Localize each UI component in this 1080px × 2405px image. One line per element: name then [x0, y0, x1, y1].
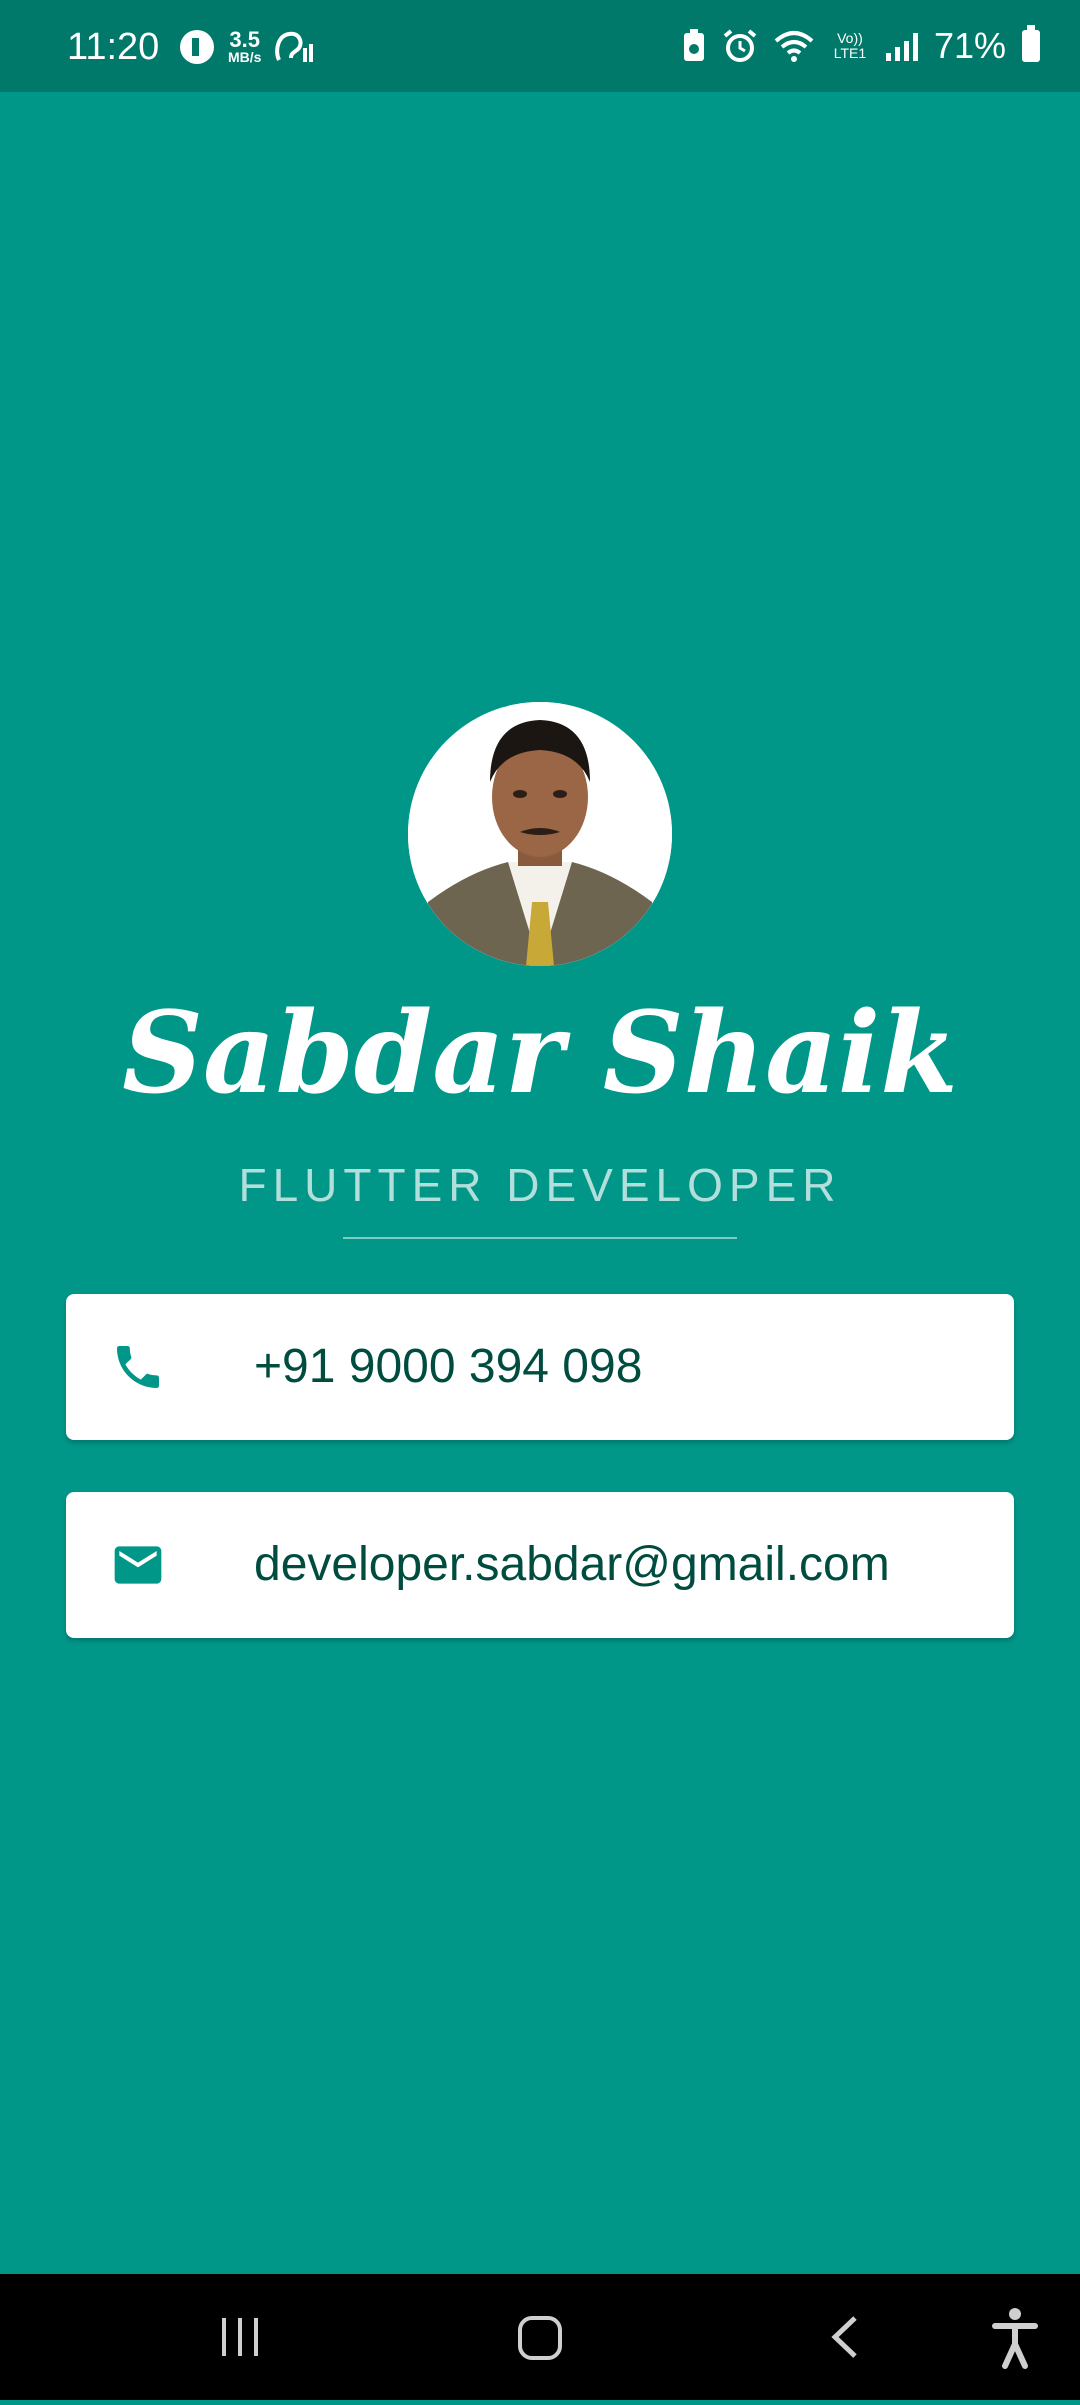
recent-apps-button[interactable] [160, 2274, 320, 2400]
profile-avatar [408, 702, 672, 966]
home-icon [518, 2316, 562, 2360]
email-card[interactable]: developer.sabdar@gmail.com [66, 1492, 1014, 1638]
battery-saver-icon [683, 29, 704, 61]
alarm-icon [723, 29, 757, 62]
battery-icon [1022, 25, 1040, 62]
phone-card[interactable]: +91 9000 394 098 [66, 1294, 1014, 1440]
status-time: 11:20 [67, 26, 160, 68]
back-icon [831, 2316, 857, 2358]
status-left-icons: 3.5 MB/s [180, 27, 315, 65]
email-address: developer.sabdar@gmail.com [254, 1538, 890, 1591]
status-right-icons: Vo)) LTE1 71% [682, 25, 1040, 66]
profile-card: Sabdar Shaik FLUTTER DEVELOPER +91 9000 … [0, 92, 1080, 2274]
accessibility-icon [992, 2308, 1038, 2369]
signal-strength-icon [885, 31, 918, 61]
divider [343, 1237, 737, 1239]
network-speed: 3.5 MB/s [228, 27, 262, 65]
phone-number: +91 9000 394 098 [254, 1340, 643, 1393]
email-icon [114, 1546, 162, 1584]
status-bar: 11:20 3.5 MB/s Vo)) LTE1 71% [0, 0, 1080, 92]
navigation-bar [0, 2274, 1080, 2400]
hearing-icon [275, 31, 314, 62]
profile-title: FLUTTER DEVELOPER [238, 1159, 842, 1211]
battery-percentage: 71% [933, 25, 1006, 66]
profile-name: Sabdar Shaik [122, 988, 958, 1119]
recent-apps-icon [222, 2318, 258, 2356]
network-speed-value: 3.5 [229, 27, 261, 52]
network-type: Vo)) LTE1 [833, 30, 867, 61]
profile-photo-icon [408, 702, 672, 966]
wifi-icon [774, 31, 814, 62]
accessibility-button[interactable] [935, 2274, 1080, 2400]
home-button[interactable] [460, 2274, 620, 2400]
app-notification-icon [180, 30, 214, 64]
network-speed-unit: MB/s [228, 49, 262, 65]
back-button[interactable] [765, 2274, 925, 2400]
phone-icon [117, 1346, 159, 1388]
